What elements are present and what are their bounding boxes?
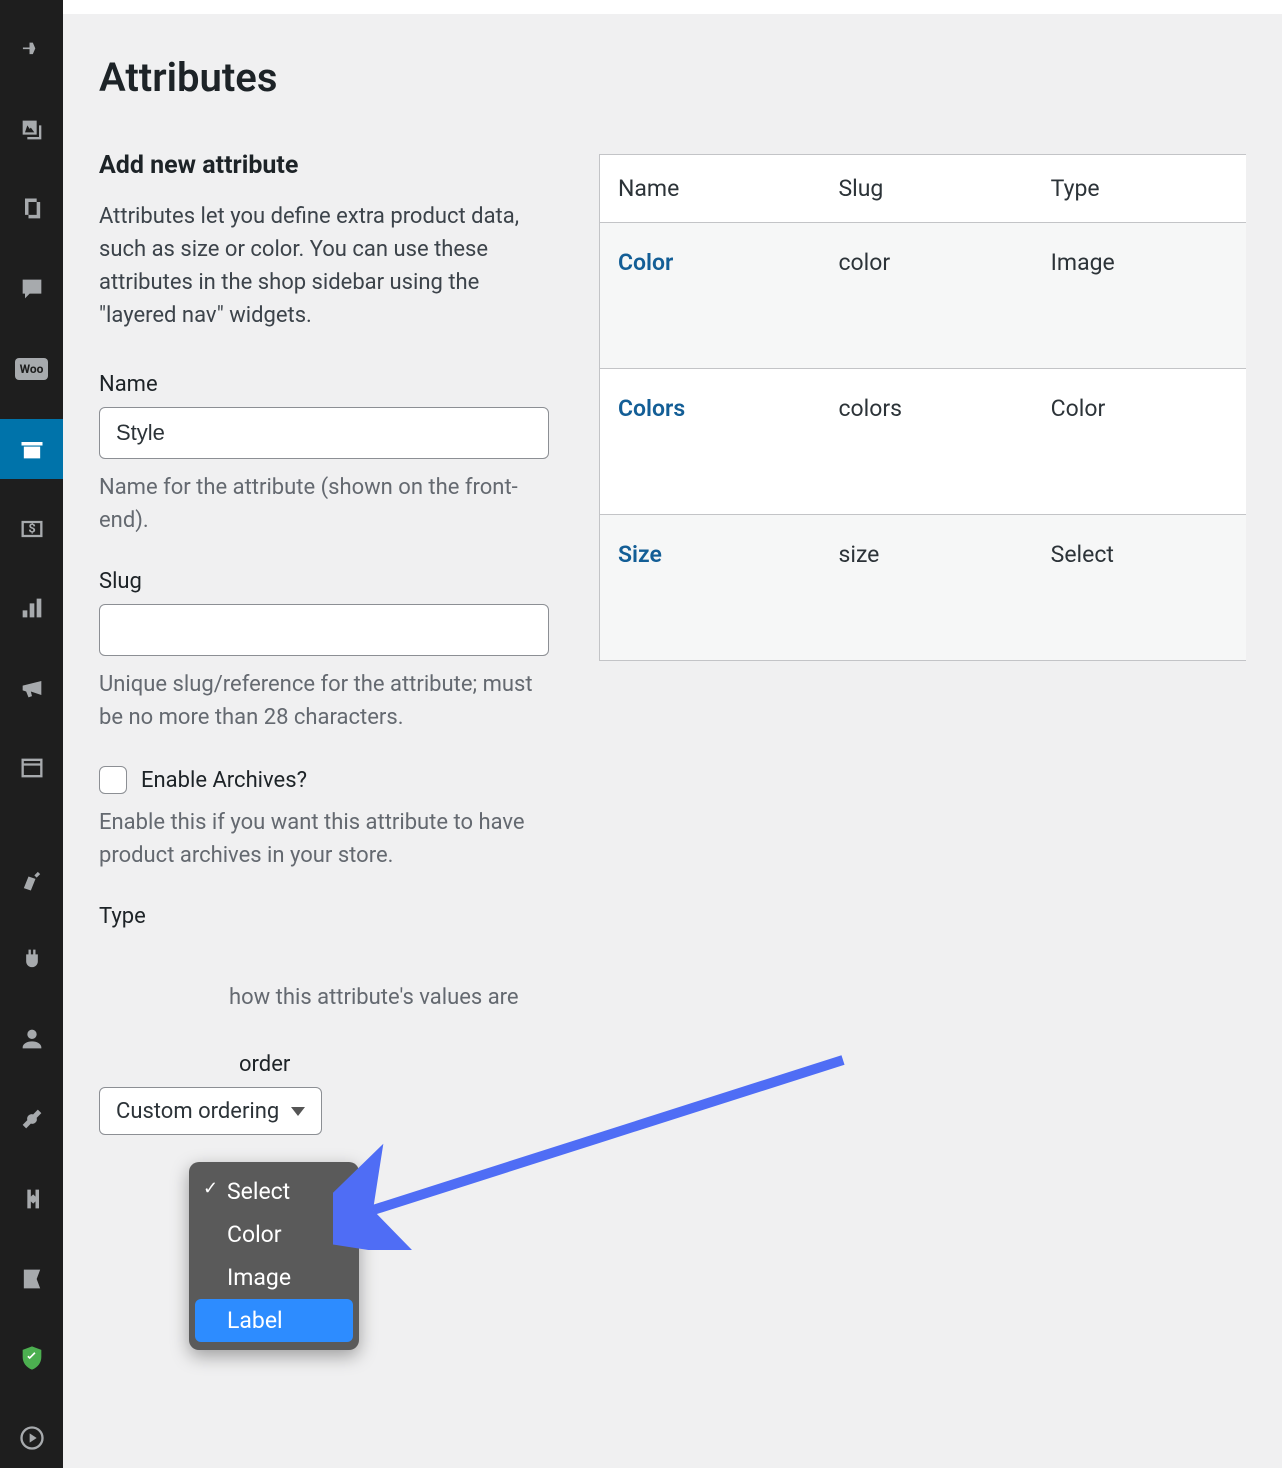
attr-link[interactable]: Size: [618, 541, 662, 568]
sidebar-item-pin[interactable]: [0, 20, 63, 80]
type-label: Type: [99, 904, 559, 929]
sidebar-item-forms[interactable]: [0, 738, 63, 798]
dropdown-option-color[interactable]: Color: [195, 1213, 353, 1256]
woo-icon: Woo: [15, 358, 49, 380]
archives-label: Enable Archives?: [141, 768, 307, 793]
slug-label: Slug: [99, 569, 559, 594]
dropdown-option-image[interactable]: Image: [195, 1256, 353, 1299]
form-heading: Add new attribute: [99, 151, 559, 180]
sidebar-item-analytics[interactable]: [0, 578, 63, 638]
attr-type: Color: [1033, 369, 1246, 515]
name-input[interactable]: [99, 407, 549, 459]
sidebar-item-security[interactable]: [0, 1328, 63, 1388]
sort-value: Custom ordering: [116, 1099, 279, 1124]
attr-slug: size: [820, 515, 1032, 661]
sidebar-item-media[interactable]: [0, 100, 63, 160]
th-slug[interactable]: Slug: [820, 155, 1032, 223]
dropdown-option-label[interactable]: Label: [195, 1299, 353, 1342]
sidebar-item-appearance[interactable]: [0, 850, 63, 910]
sidebar-item-settings[interactable]: [0, 1169, 63, 1229]
dropdown-option-select[interactable]: Select: [195, 1170, 353, 1213]
attr-slug: color: [820, 223, 1032, 369]
attr-type: Image: [1033, 223, 1246, 369]
sidebar-item-users[interactable]: [0, 1009, 63, 1069]
th-name[interactable]: Name: [600, 155, 821, 223]
th-type[interactable]: Type: [1033, 155, 1246, 223]
sidebar-item-marketing[interactable]: [0, 658, 63, 718]
attr-link[interactable]: Color: [618, 249, 673, 276]
sidebar-item-payments[interactable]: $: [0, 499, 63, 559]
main-content: Attributes Add new attribute Attributes …: [63, 0, 1282, 1468]
sidebar-item-seo[interactable]: [0, 1249, 63, 1309]
archives-help: Enable this if you want this attribute t…: [99, 806, 559, 872]
attr-type: Select: [1033, 515, 1246, 661]
sidebar-item-pages[interactable]: [0, 180, 63, 240]
attributes-table: Name Slug Type Color color Image Colors: [599, 154, 1246, 661]
table-row: Colors colors Color: [600, 369, 1247, 515]
sidebar-item-woocommerce[interactable]: Woo: [0, 339, 63, 399]
name-help: Name for the attribute (shown on the fro…: [99, 471, 559, 537]
slug-help: Unique slug/reference for the attribute;…: [99, 668, 559, 734]
sidebar-item-products[interactable]: [0, 419, 63, 479]
sidebar-item-play[interactable]: [0, 1408, 63, 1468]
type-dropdown[interactable]: Select Color Image Label: [189, 1162, 359, 1350]
table-row: Size size Select: [600, 515, 1247, 661]
svg-text:$: $: [28, 521, 35, 536]
type-help: how this attribute's values are: [229, 985, 559, 1010]
form-description: Attributes let you define extra product …: [99, 200, 559, 332]
admin-sidebar: Woo $: [0, 0, 63, 1468]
name-label: Name: [99, 372, 559, 397]
slug-input[interactable]: [99, 604, 549, 656]
sort-order-select[interactable]: Custom ordering: [99, 1087, 322, 1135]
sidebar-item-tools[interactable]: [0, 1089, 63, 1149]
attr-slug: colors: [820, 369, 1032, 515]
sidebar-item-plugins[interactable]: [0, 930, 63, 990]
attr-link[interactable]: Colors: [618, 395, 685, 422]
enable-archives-checkbox[interactable]: [99, 766, 127, 794]
sidebar-item-comments[interactable]: [0, 259, 63, 319]
sort-label: order: [239, 1052, 559, 1077]
page-title: Attributes: [99, 54, 559, 101]
table-row: Color color Image: [600, 223, 1247, 369]
